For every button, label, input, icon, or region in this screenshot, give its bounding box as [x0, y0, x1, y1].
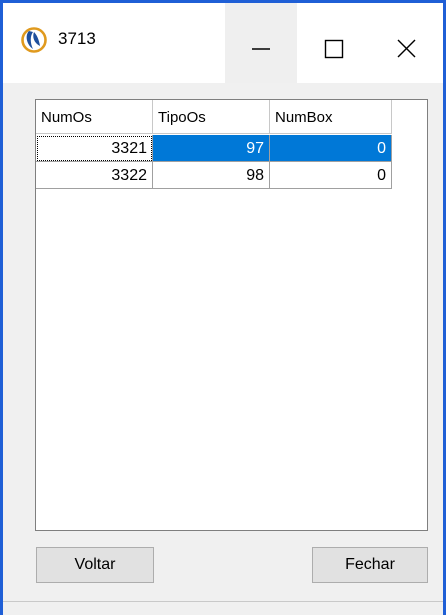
voltar-button[interactable]: Voltar	[36, 547, 154, 583]
maximize-button[interactable]	[298, 3, 370, 83]
table-cell-numos[interactable]: 3321	[36, 135, 153, 162]
fechar-button[interactable]: Fechar	[312, 547, 428, 583]
title-bar[interactable]: 3713	[3, 3, 443, 83]
app-logo-icon	[21, 27, 47, 53]
close-button[interactable]	[371, 3, 443, 83]
minimize-button[interactable]	[225, 3, 297, 83]
data-grid[interactable]: NumOs TipoOs NumBox 3321 97 0 3322 98 0	[35, 99, 428, 531]
grid-header-row: NumOs TipoOs NumBox	[36, 100, 392, 135]
dialog-window: 3713 NumOs TipoOs NumBox 3321 97 0 3322 …	[0, 0, 446, 615]
close-icon	[397, 39, 416, 58]
table-row[interactable]: 3321 97 0	[36, 135, 392, 162]
table-row[interactable]: 3322 98 0	[36, 162, 392, 189]
column-header-numos[interactable]: NumOs	[36, 100, 153, 134]
column-header-numbox[interactable]: NumBox	[270, 100, 392, 134]
window-title: 3713	[58, 29, 96, 48]
table-cell-tipoos[interactable]: 98	[153, 162, 270, 189]
window-bottom-edge	[3, 601, 443, 616]
table-cell-tipoos[interactable]: 97	[153, 135, 270, 162]
column-header-tipoos[interactable]: TipoOs	[153, 100, 270, 134]
table-cell-numos[interactable]: 3322	[36, 162, 153, 189]
minimize-icon	[252, 48, 270, 50]
table-cell-numbox[interactable]: 0	[270, 162, 392, 189]
maximize-icon	[324, 39, 344, 59]
table-cell-numbox[interactable]: 0	[270, 135, 392, 162]
